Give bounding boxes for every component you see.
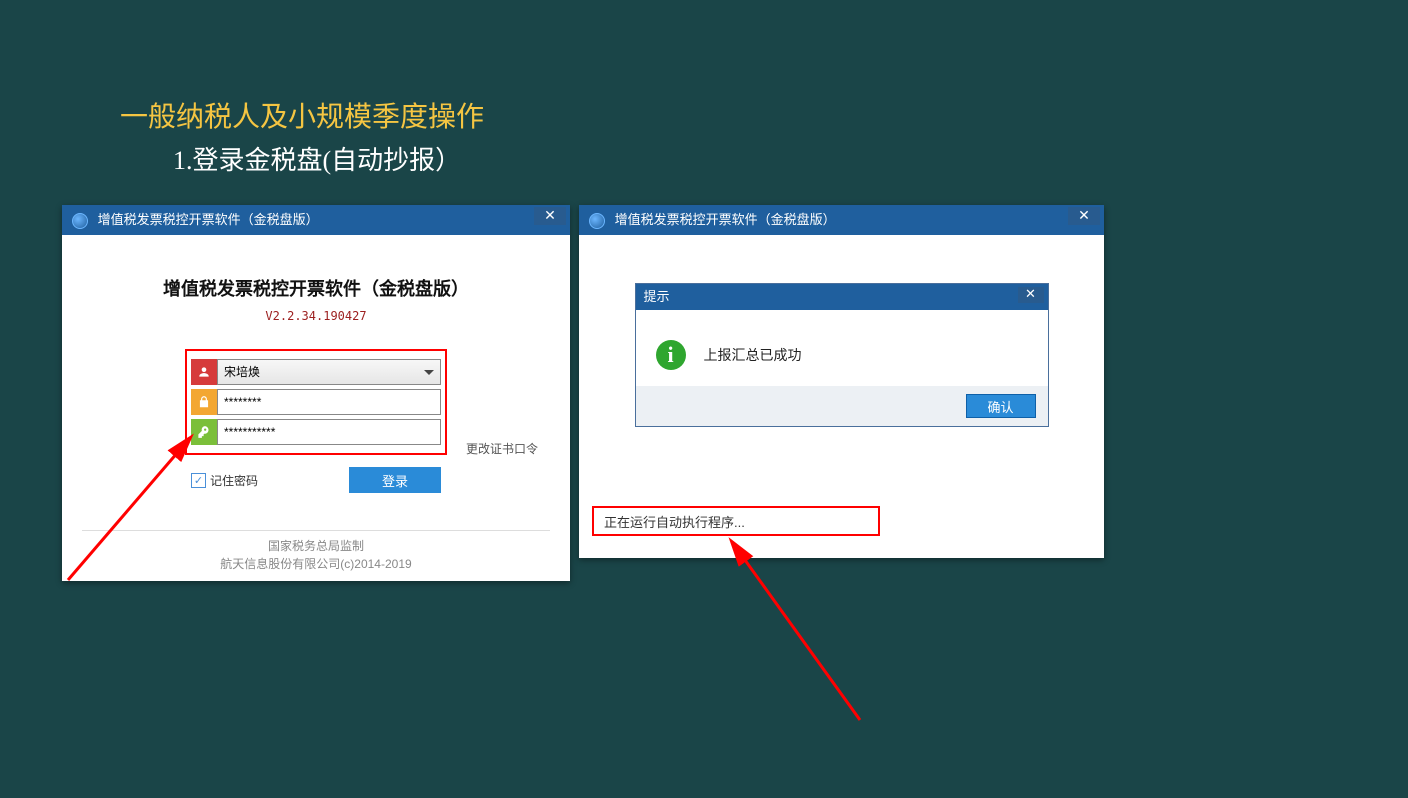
slide-subtitle: 1.登录金税盘(自动抄报） [173, 140, 461, 177]
password-input[interactable]: ******** [217, 389, 441, 415]
app-logo-icon [589, 213, 605, 229]
user-icon [191, 359, 217, 385]
app-logo-icon [72, 213, 88, 229]
ok-button[interactable]: 确认 [966, 394, 1036, 418]
close-button[interactable]: ✕ [1068, 207, 1100, 225]
login-heading: 增值税发票税控开票软件（金税盘版） [82, 275, 550, 301]
login-button[interactable]: 登录 [349, 467, 441, 493]
key-icon [191, 419, 217, 445]
dialog-title-text: 提示 [644, 289, 670, 304]
titlebar: 增值税发票税控开票软件（金税盘版） ✕ [579, 205, 1104, 235]
titlebar: 增值税发票税控开票软件（金税盘版） ✕ [62, 205, 570, 235]
dialog-close-button[interactable]: ✕ [1018, 287, 1044, 303]
arrow-annotation-right [720, 530, 880, 730]
remember-label: 记住密码 [210, 472, 258, 489]
version-label: V2.2.34.190427 [82, 309, 550, 323]
cert-input[interactable]: *********** [217, 419, 441, 445]
message-dialog: 提示 ✕ i 上报汇总已成功 确认 [635, 283, 1049, 427]
info-icon: i [656, 340, 686, 370]
footer: 国家税务总局监制 航天信息股份有限公司(c)2014-2019 [62, 530, 570, 573]
remember-checkbox[interactable]: ✓ 记住密码 [191, 472, 258, 489]
slide-title: 一般纳税人及小规模季度操作 [120, 95, 484, 135]
user-select[interactable]: 宋培焕 [217, 359, 441, 385]
dialog-message: 上报汇总已成功 [704, 345, 802, 365]
cert-field[interactable]: *********** [191, 419, 441, 445]
status-highlight: 正在运行自动执行程序... [592, 506, 880, 536]
footer-line-1: 国家税务总局监制 [62, 537, 570, 555]
status-text: 正在运行自动执行程序... [604, 512, 745, 531]
password-field[interactable]: ******** [191, 389, 441, 415]
credentials-highlight: 宋培焕 ******** *********** [185, 349, 447, 455]
change-cert-link[interactable]: 更改证书口令 [466, 440, 538, 457]
titlebar-text: 增值税发票税控开票软件（金税盘版） [98, 212, 319, 227]
dialog-titlebar: 提示 ✕ [636, 284, 1048, 310]
footer-line-2: 航天信息股份有限公司(c)2014-2019 [62, 555, 570, 573]
close-button[interactable]: ✕ [534, 207, 566, 225]
checkbox-icon: ✓ [191, 473, 206, 488]
login-window: 增值税发票税控开票软件（金税盘版） ✕ 增值税发票税控开票软件（金税盘版） V2… [62, 205, 570, 581]
lock-icon [191, 389, 217, 415]
user-field[interactable]: 宋培焕 [191, 359, 441, 385]
titlebar-text: 增值税发票税控开票软件（金税盘版） [615, 212, 836, 227]
status-window: 增值税发票税控开票软件（金税盘版） ✕ 提示 ✕ i 上报汇总已成功 确认 正在… [579, 205, 1104, 558]
